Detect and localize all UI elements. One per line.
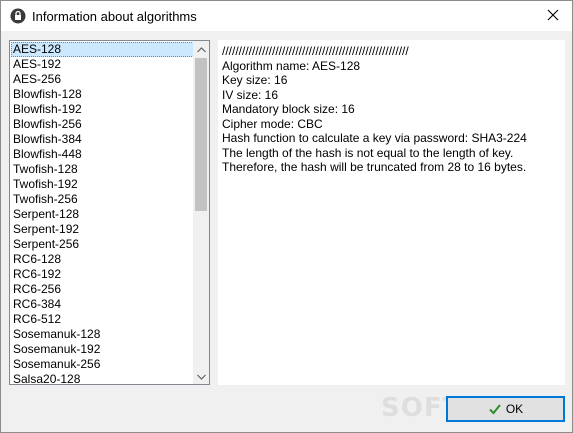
list-item[interactable]: Blowfish-384 [11,132,194,147]
close-button[interactable] [534,1,572,31]
algorithm-list: AES-128 AES-192 AES-256 Blowfish-128 Blowfis… [11,42,194,384]
scroll-thumb[interactable] [195,58,207,211]
list-item[interactable]: Salsa20-128 [11,372,194,384]
scroll-down-button[interactable] [193,368,209,384]
list-item[interactable]: RC6-192 [11,267,194,282]
algorithm-info-panel: ////////////////////////////////////////… [218,40,565,385]
list-item[interactable]: Blowfish-192 [11,102,194,117]
list-item[interactable]: AES-128 [11,42,194,57]
dialog-window: Information about algorithms AES-128 AES-… [0,0,573,433]
list-item[interactable]: Serpent-128 [11,207,194,222]
list-item[interactable]: AES-256 [11,72,194,87]
list-item[interactable]: Twofish-256 [11,192,194,207]
title-bar[interactable]: Information about algorithms [1,1,572,31]
checkmark-icon [488,402,502,416]
list-item[interactable]: RC6-512 [11,312,194,327]
list-item[interactable]: Serpent-256 [11,237,194,252]
list-item[interactable]: Sosemanuk-256 [11,357,194,372]
list-item[interactable]: AES-192 [11,57,194,72]
list-item[interactable]: Twofish-192 [11,177,194,192]
list-scrollbar[interactable] [193,41,209,384]
close-icon [547,9,559,24]
chevron-down-icon [196,369,206,383]
list-item[interactable]: Blowfish-128 [11,87,194,102]
list-item[interactable]: Blowfish-448 [11,147,194,162]
list-item[interactable]: Sosemanuk-192 [11,342,194,357]
list-item[interactable]: Serpent-192 [11,222,194,237]
ok-button-label: OK [505,402,524,416]
list-item[interactable]: Blowfish-256 [11,117,194,132]
list-item[interactable]: RC6-128 [11,252,194,267]
algorithm-listbox[interactable]: AES-128 AES-192 AES-256 Blowfish-128 Blowfis… [9,40,210,385]
lock-app-icon [10,8,26,24]
list-item[interactable]: Twofish-128 [11,162,194,177]
list-item[interactable]: Sosemanuk-128 [11,327,194,342]
algorithm-info-text: ////////////////////////////////////////… [222,44,527,174]
list-item[interactable]: RC6-256 [11,282,194,297]
chevron-up-icon [196,42,206,56]
window-title: Information about algorithms [32,9,197,24]
list-item[interactable]: RC6-384 [11,297,194,312]
scroll-up-button[interactable] [193,41,209,57]
ok-button[interactable]: OK [446,396,565,422]
